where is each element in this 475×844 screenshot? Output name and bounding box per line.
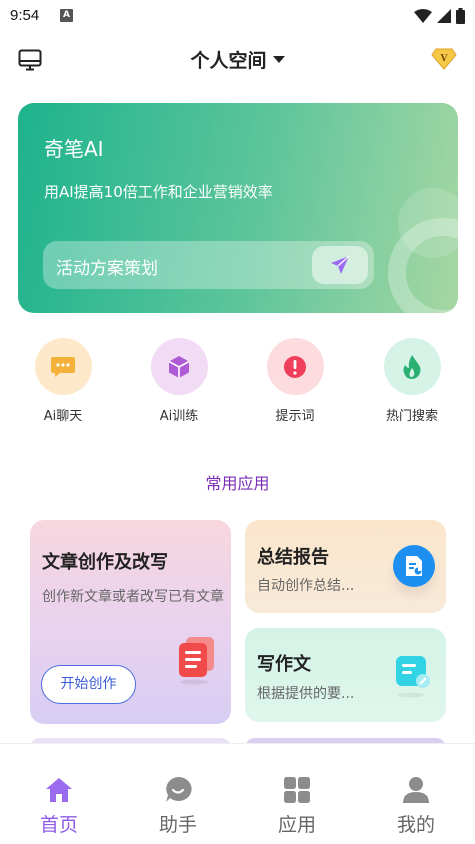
app-card-title: 写作文 — [257, 654, 311, 675]
bottom-tab-bar: 首页 助手 应用 我的 — [0, 743, 475, 844]
quick-action-hot-search[interactable]: 热门搜索 — [367, 338, 457, 424]
notification-a-icon: A — [60, 9, 73, 22]
quick-action-circle — [266, 338, 324, 395]
app-card-desc: 创作新文章或者改写已有文章 — [42, 589, 224, 605]
quick-action-label: 热门搜索 — [385, 409, 438, 424]
cube-icon — [168, 355, 190, 378]
fire-icon — [403, 354, 421, 379]
tab-label: 首页 — [39, 814, 78, 836]
quick-action-label: Ai聊天 — [43, 409, 83, 424]
tab-apps[interactable]: 应用 — [238, 744, 356, 844]
note-edit-icon — [395, 655, 433, 703]
quick-action-circle — [34, 338, 92, 395]
grid-icon — [283, 776, 311, 804]
send-icon — [331, 255, 350, 274]
tab-label: 应用 — [277, 814, 316, 836]
quick-action-circle — [150, 338, 208, 395]
ai-banner[interactable]: 奇笔AI 用AI提高10倍工作和企业营销效率 活动方案策划 — [18, 103, 458, 313]
banner-subtitle: 用AI提高10倍工作和企业营销效率 — [44, 183, 273, 201]
tab-home[interactable]: 首页 — [0, 744, 118, 844]
workspace-selector[interactable]: 个人空间 — [0, 46, 475, 73]
vip-diamond-icon[interactable]: V — [431, 48, 457, 74]
tab-label: 我的 — [396, 814, 435, 836]
wifi-icon — [414, 9, 432, 23]
prompt-placeholder: 活动方案策划 — [56, 259, 158, 279]
app-card-write-essay[interactable]: 写作文 根据提供的要... — [245, 628, 446, 722]
tab-assistant[interactable]: 助手 — [119, 744, 237, 844]
send-button[interactable] — [312, 246, 368, 284]
app-card-summary-report[interactable]: 总结报告 自动创作总结... — [245, 520, 446, 613]
app-card-title: 总结报告 — [257, 547, 329, 568]
report-icon — [393, 545, 435, 587]
quick-action-prompts[interactable]: 提示词 — [250, 338, 340, 424]
app-card-article[interactable]: 文章创作及改写 创作新文章或者改写已有文章 开始创作 — [30, 520, 231, 724]
page-title: 个人空间 — [190, 50, 267, 72]
quick-action-ai-training[interactable]: Ai训练 — [134, 338, 224, 424]
quick-action-circle — [383, 338, 441, 395]
alert-icon — [284, 355, 306, 378]
status-bar: 9:54 A — [0, 0, 475, 34]
signal-icon — [437, 9, 451, 23]
start-create-button[interactable]: 开始创作 — [41, 665, 136, 704]
vip-letter: V — [440, 54, 449, 64]
battery-icon — [456, 8, 465, 24]
prompt-input[interactable]: 活动方案策划 — [43, 241, 374, 289]
quick-action-label: 提示词 — [275, 409, 315, 424]
caret-down-icon — [272, 56, 285, 63]
banner-title: 奇笔AI — [44, 137, 104, 161]
app-card-desc: 自动创作总结... — [257, 578, 355, 594]
section-title-common-apps: 常用应用 — [205, 474, 270, 493]
document-stack-icon — [176, 635, 218, 689]
home-icon — [45, 776, 73, 804]
tab-label: 助手 — [158, 814, 197, 836]
status-time: 9:54 — [10, 7, 40, 24]
tab-profile[interactable]: 我的 — [357, 744, 475, 844]
app-card-desc: 根据提供的要... — [257, 686, 355, 702]
quick-action-label: Ai训练 — [159, 409, 199, 424]
assistant-bubble-icon — [164, 776, 192, 804]
app-card-title: 文章创作及改写 — [42, 552, 168, 573]
system-icons — [414, 8, 465, 24]
top-header: 个人空间 V — [0, 34, 475, 88]
quick-action-ai-chat[interactable]: Ai聊天 — [18, 338, 108, 424]
chat-bubble-icon — [51, 356, 75, 377]
user-icon — [402, 776, 430, 804]
